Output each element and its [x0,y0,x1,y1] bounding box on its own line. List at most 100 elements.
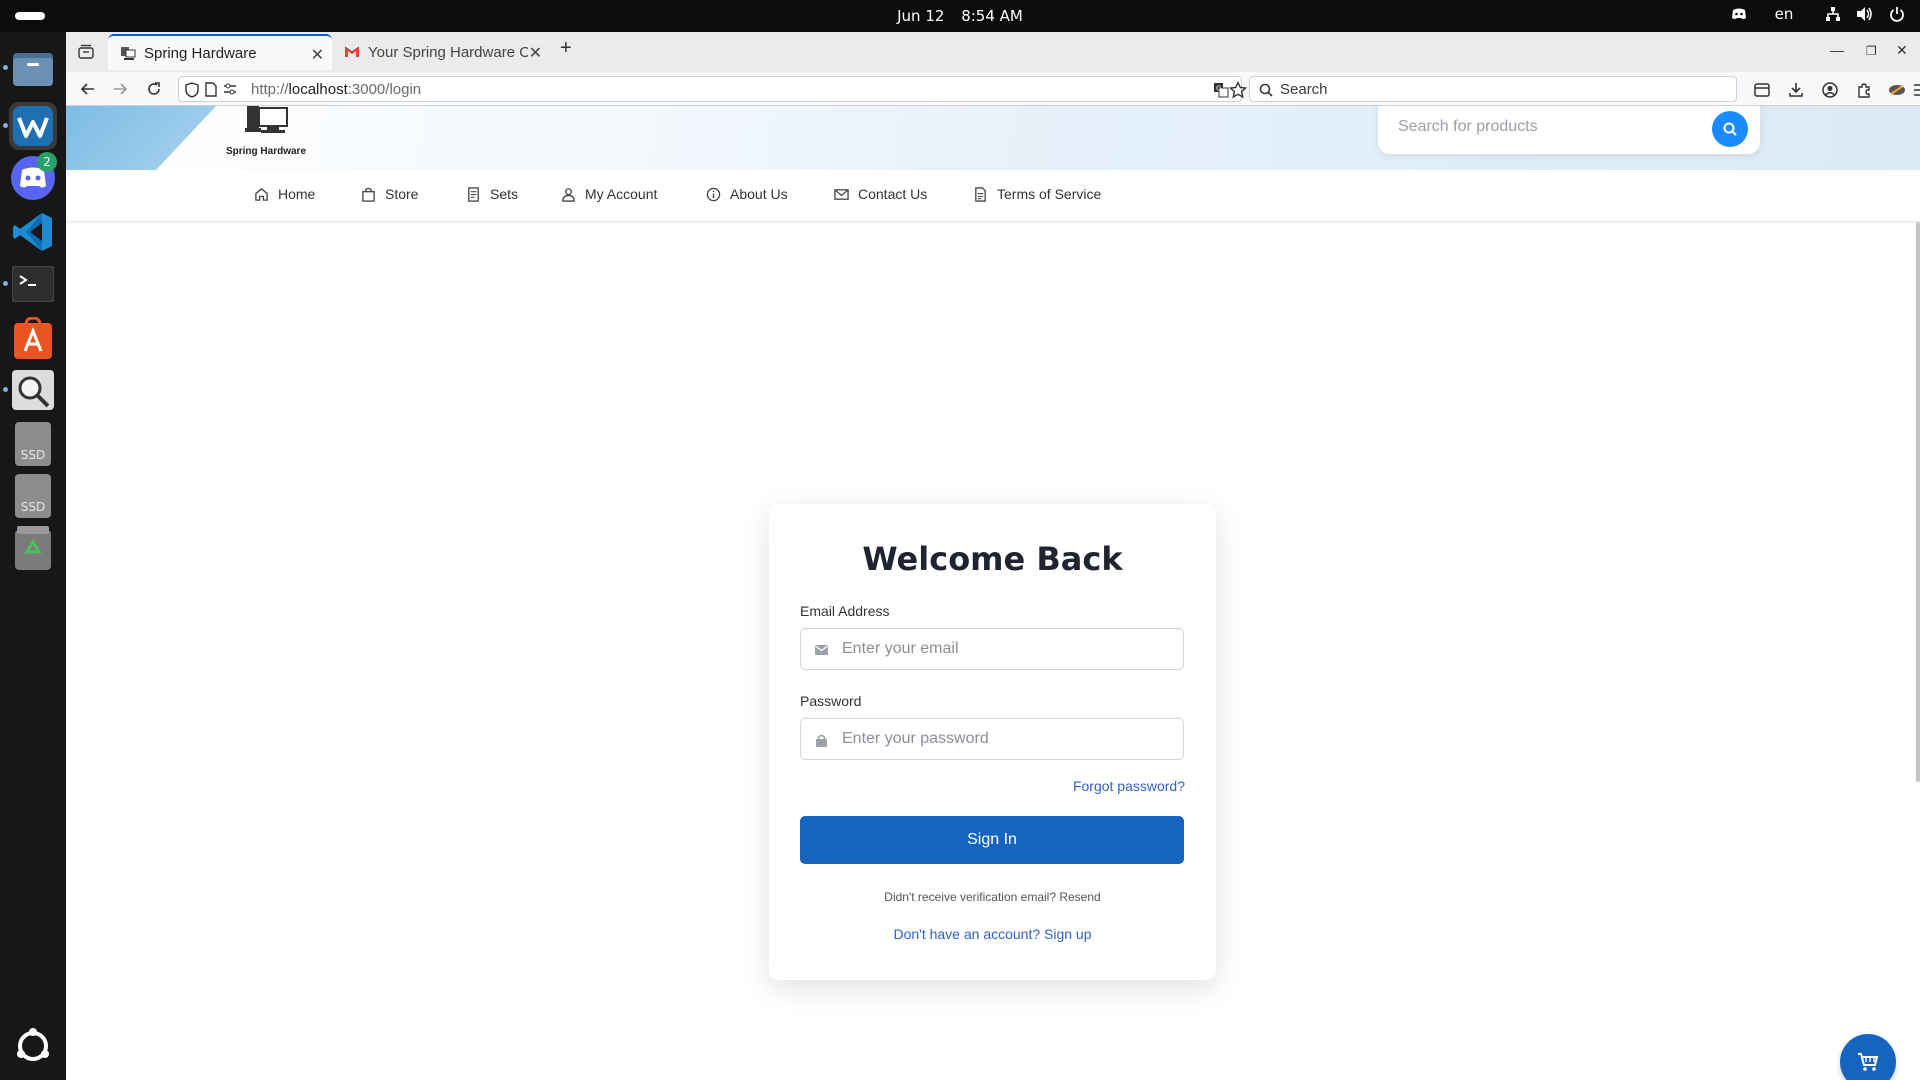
browser-search-bar[interactable]: Search [1249,76,1737,102]
browser-window: Spring Hardware ✕ Your Spring Hardware O… [66,32,1920,1080]
ssd-drive-icon[interactable]: SSD [9,420,57,468]
power-icon[interactable] [1888,5,1906,23]
forward-icon[interactable] [108,77,132,101]
login-heading: Welcome Back [862,540,1123,578]
nav-label: Home [278,186,316,202]
envelope-icon [813,642,829,658]
ssd-drive-icon[interactable]: SSD [9,472,57,520]
discord-app-icon[interactable]: 2 [9,152,57,202]
nav-label: About Us [730,186,788,202]
nav-contact-us[interactable]: Contact Us [834,186,927,202]
close-tab-icon[interactable]: ✕ [311,45,324,65]
forgot-password-link[interactable]: Forgot password? [1073,778,1185,794]
home-icon [255,187,268,201]
search-icon [1723,122,1737,136]
app-center-icon[interactable] [9,314,57,362]
clock[interactable]: Jun 12 8:54 AM [0,7,1920,25]
site-header: Spring Hardware Search for products [66,106,1920,170]
new-tab-button[interactable]: + [560,37,572,60]
nav-label: Store [385,186,419,202]
bag-icon [362,187,375,202]
url-text[interactable]: http://localhost:3000/login [251,81,421,98]
downloads-icon[interactable] [1785,79,1807,101]
windsurf-app-icon[interactable] [3,102,57,150]
document-icon [975,186,986,202]
profile-extension-icon[interactable] [1886,79,1908,101]
running-indicator [3,281,8,286]
back-icon[interactable] [76,77,100,101]
url-host: localhost [288,81,348,98]
close-window-icon[interactable]: ✕ [1896,42,1908,59]
nav-home[interactable]: Home [254,186,315,202]
lock-icon [813,732,829,748]
nav-my-account[interactable]: My Account [561,186,657,202]
pocket-icon[interactable] [1751,79,1773,101]
show-apps-icon[interactable] [9,1022,57,1070]
terminal-app-icon[interactable] [3,260,57,308]
menu-icon[interactable] [1909,79,1920,101]
login-card: Welcome Back Email Address Enter your em… [769,504,1216,980]
header-accent-shape [66,106,216,170]
product-search[interactable]: Search for products [1378,106,1760,154]
address-bar[interactable]: http://localhost:3000/login G [178,76,1247,102]
system-tray[interactable]: en [1730,5,1906,23]
site-favicon-icon [121,47,136,60]
tab-gmail[interactable]: Your Spring Hardware Or ✕ [332,34,550,70]
nav-label: Contact Us [858,186,928,202]
ssd-label: SSD [21,448,45,462]
reload-icon[interactable] [142,77,166,101]
nav-terms-of-service[interactable]: Terms of Service [973,186,1101,202]
discord-tray-icon[interactable] [1730,5,1748,23]
email-field[interactable]: Enter your email [800,628,1184,670]
page-info-icon[interactable] [205,82,217,97]
url-prefix: http:// [251,81,289,98]
files-app-icon[interactable] [3,44,57,92]
shield-icon[interactable] [185,82,199,98]
nav-sets[interactable]: Sets [466,186,518,202]
tab-spring-hardware[interactable]: Spring Hardware ✕ [108,34,332,70]
url-path: :3000/login [347,81,422,98]
page-scrollbar[interactable] [1916,222,1920,782]
nav-store[interactable]: Store [361,186,418,202]
minimize-window-icon[interactable]: — [1830,42,1844,58]
translate-icon[interactable]: G [1213,82,1229,98]
nav-about-us[interactable]: About Us [706,186,788,202]
tab-overview-icon[interactable] [74,40,98,64]
running-indicator [3,123,8,128]
trash-icon[interactable] [9,524,57,572]
search-icon [1259,83,1273,97]
brand-name: Spring Hardware [225,146,307,157]
network-icon[interactable] [1824,5,1842,23]
bookmark-star-icon[interactable] [1229,81,1247,99]
sign-up-link[interactable]: Don't have an account? Sign up [769,926,1216,942]
site-logo[interactable]: Spring Hardware [216,106,316,170]
email-label: Email Address [800,603,890,619]
tab-strip: Spring Hardware ✕ Your Spring Hardware O… [66,32,1920,72]
nav-label: My Account [585,186,658,202]
clock-time: 8:54 AM [961,7,1023,25]
resend-verification-link[interactable]: Didn't receive verification email? Resen… [769,890,1216,904]
password-placeholder: Enter your password [842,730,989,747]
volume-icon[interactable] [1856,5,1874,23]
language-indicator[interactable]: en [1772,5,1796,23]
sets-icon [468,186,479,202]
close-tab-icon[interactable]: ✕ [529,43,542,63]
cart-icon [1858,1053,1879,1071]
search-placeholder: Search [1280,81,1328,98]
sign-in-button[interactable]: Sign In [800,816,1184,864]
navigation-toolbar: http://localhost:3000/login G Search [66,72,1920,106]
product-search-button[interactable] [1712,111,1748,147]
running-indicator [3,65,8,70]
permissions-icon[interactable] [223,83,237,95]
cart-button[interactable] [1840,1034,1896,1080]
restore-window-icon[interactable]: ❐ [1866,44,1877,58]
system-top-bar: Jun 12 8:54 AM en [0,0,1920,32]
account-icon[interactable] [1819,79,1841,101]
image-viewer-icon[interactable] [3,366,57,414]
user-icon [562,187,575,202]
password-field[interactable]: Enter your password [800,718,1184,760]
mail-icon [834,188,849,200]
running-indicator [3,387,8,392]
vscode-app-icon[interactable] [9,208,57,256]
extensions-icon[interactable] [1853,79,1875,101]
